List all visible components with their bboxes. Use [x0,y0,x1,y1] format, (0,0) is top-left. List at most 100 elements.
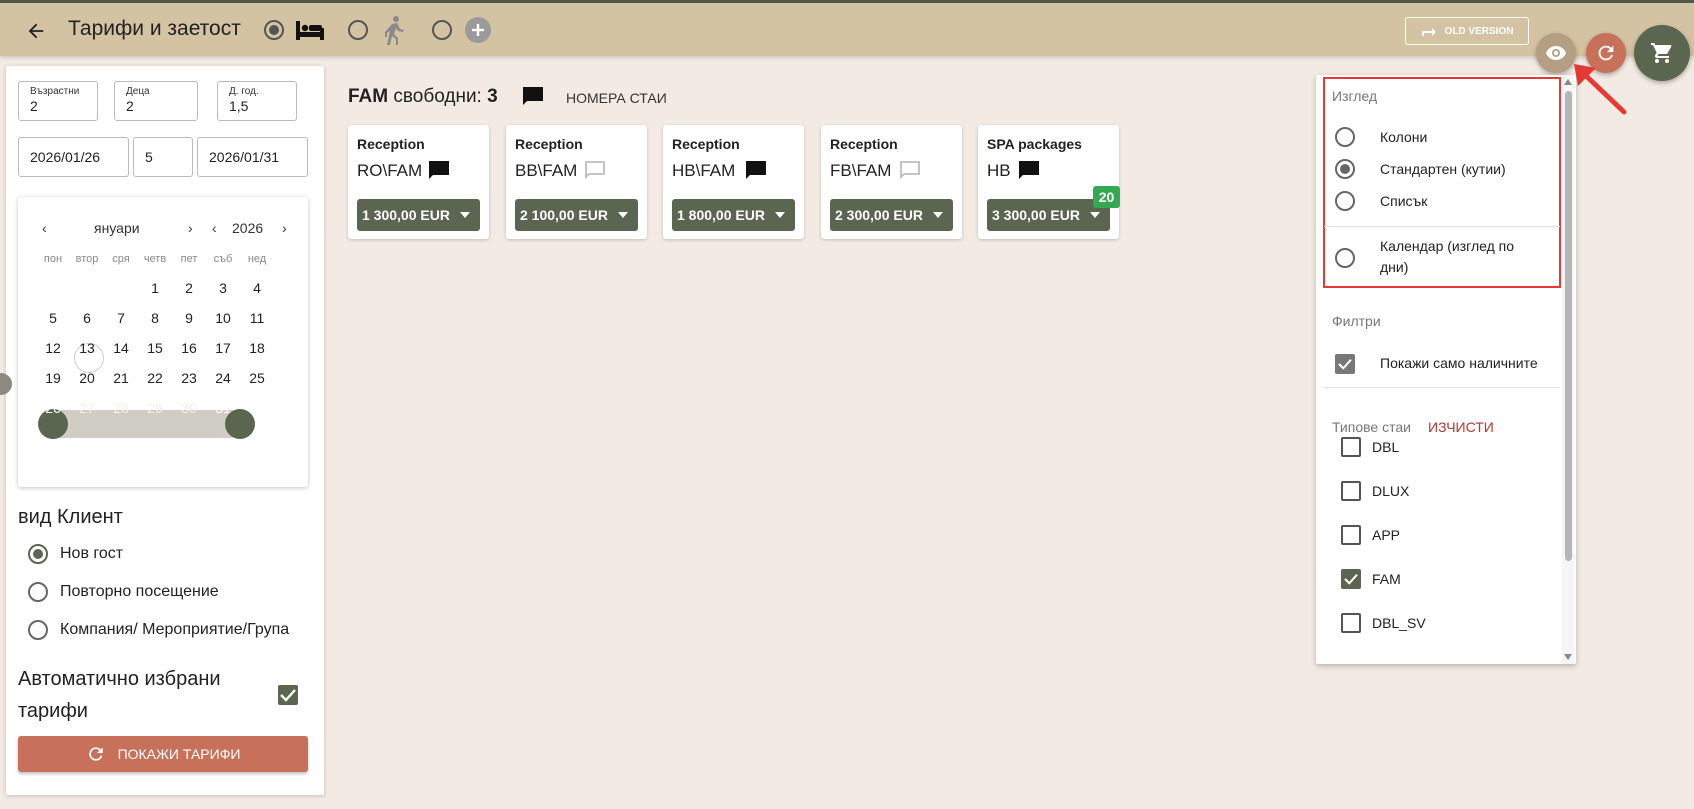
price-dropdown-button[interactable]: 2 100,00 EUR [515,199,638,231]
calendar-day[interactable]: 4 [239,273,275,303]
cart-button[interactable] [1634,25,1690,81]
calendar-day[interactable]: 17 [205,333,241,363]
calendar-day[interactable]: 22 [137,363,173,393]
calendar-day[interactable]: 14 [103,333,139,363]
calendar-day[interactable]: 6 [69,303,105,333]
only-available-checkbox[interactable] [1335,354,1355,374]
room-numbers-link[interactable]: НОМЕРА СТАИ [566,90,667,106]
mode-radio-add[interactable] [432,20,452,40]
comment-icon[interactable] [1018,160,1040,185]
calendar-day[interactable]: 29 [137,393,173,423]
calendar-day[interactable]: 1 [137,273,173,303]
show-rates-button[interactable]: ПОКАЖИ ТАРИФИ [18,736,308,772]
scrollbar[interactable] [1562,75,1574,664]
scroll-down-icon[interactable] [1564,654,1572,660]
check-icon [1344,574,1358,585]
price-dropdown-button[interactable]: 3 300,00 EUR [987,199,1110,231]
comment-icon[interactable] [522,86,544,111]
adults-field[interactable]: Възрастни 2 [18,81,98,121]
calendar-day[interactable]: 9 [171,303,207,333]
prev-month-button[interactable]: ‹ [42,220,47,236]
view-radio-list[interactable] [1335,191,1355,211]
rate-category: SPA packages [987,136,1082,152]
calendar-day[interactable]: 15 [137,333,173,363]
collapse-handle[interactable] [0,373,12,395]
availability-title: FAM свободни: 3 [348,86,498,108]
nights-value: 5 [145,149,153,165]
room-type-label: DBL_SV [1372,615,1426,631]
calendar-day[interactable]: 23 [171,363,207,393]
calendar-day[interactable]: 19 [35,363,71,393]
calendar-day[interactable]: 26 [35,393,71,423]
next-year-button[interactable]: › [282,220,287,236]
view-toggle-button[interactable] [1536,33,1576,73]
comment-icon[interactable] [584,160,606,185]
date-from-field[interactable]: 2026/01/26 [18,137,129,177]
child-age-field[interactable]: Д. год. 1,5 [217,81,297,121]
price-dropdown-button[interactable]: 1 300,00 EUR [357,199,480,231]
scroll-up-icon[interactable] [1564,79,1572,85]
mode-radio-accommodation[interactable] [264,20,284,40]
calendar-day[interactable]: 3 [205,273,241,303]
room-type-checkbox[interactable] [1341,569,1361,589]
view-radio-calendar[interactable] [1335,248,1355,268]
price-dropdown-button[interactable]: 1 800,00 EUR [672,199,795,231]
rate-card[interactable]: Reception HB\FAM 1 800,00 EUR [663,125,804,239]
calendar-day[interactable]: 20 [69,363,105,393]
back-arrow-icon[interactable] [22,17,50,45]
clear-room-types-link[interactable]: ИЗЧИСТИ [1428,419,1494,435]
calendar-day[interactable]: 21 [103,363,139,393]
calendar-day[interactable]: 11 [239,303,275,333]
show-rates-label: ПОКАЖИ ТАРИФИ [117,746,241,762]
room-type-checkbox[interactable] [1341,481,1361,501]
calendar-day[interactable]: 2 [171,273,207,303]
view-radio-standard[interactable] [1335,159,1355,179]
calendar-day[interactable]: 18 [239,333,275,363]
old-version-button[interactable]: OLD VERSION [1405,17,1529,45]
calendar-day[interactable]: 27 [69,393,105,423]
child-age-label: Д. год. [229,86,259,97]
comment-icon[interactable] [428,160,450,185]
date-to-field[interactable]: 2026/01/31 [197,137,308,177]
calendar-day[interactable]: 5 [35,303,71,333]
comment-icon[interactable] [899,160,921,185]
calendar-day[interactable]: 31 [205,393,241,423]
calendar-day[interactable]: 16 [171,333,207,363]
radio-returning[interactable] [28,582,48,602]
prev-year-button[interactable]: ‹ [212,220,217,236]
rate-card[interactable]: Reception FB\FAM 2 300,00 EUR [821,125,962,239]
date-to-value: 2026/01/31 [209,149,280,165]
view-radio-columns[interactable] [1335,127,1355,147]
comment-icon[interactable] [745,160,767,185]
child-age-value: 1,5 [229,98,249,114]
next-month-button[interactable]: › [188,220,193,236]
price-dropdown-button[interactable]: 2 300,00 EUR [830,199,953,231]
room-type-checkbox[interactable] [1341,437,1361,457]
client-option-company[interactable]: Компания/ Мероприятие/Група [28,618,289,642]
room-type-checkbox[interactable] [1341,613,1361,633]
client-option-returning[interactable]: Повторно посещение [28,580,219,604]
calendar-option-line2: дни) [1380,259,1409,275]
calendar-day[interactable]: 7 [103,303,139,333]
room-type-checkbox[interactable] [1341,525,1361,545]
radio-company[interactable] [28,620,48,640]
calendar-day[interactable]: 30 [171,393,207,423]
rate-card[interactable]: SPA packages HB 3 300,00 EUR [978,125,1119,239]
nights-field[interactable]: 5 [133,137,193,177]
calendar-day[interactable]: 28 [103,393,139,423]
scroll-thumb[interactable] [1565,91,1572,561]
auto-rates-checkbox[interactable] [278,685,298,705]
children-field[interactable]: Деца 2 [114,81,198,121]
rate-card[interactable]: Reception RO\FAM 1 300,00 EUR [348,125,489,239]
radio-new-guest[interactable] [28,544,48,564]
mode-radio-walkin[interactable] [348,20,368,40]
weekday-header: пет [180,253,198,265]
calendar-day[interactable]: 12 [35,333,71,363]
calendar-day[interactable]: 24 [205,363,241,393]
calendar-day[interactable]: 25 [239,363,275,393]
calendar-day[interactable]: 8 [137,303,173,333]
calendar-day[interactable]: 13 [69,333,105,363]
rate-card[interactable]: Reception BB\FAM 2 100,00 EUR [506,125,647,239]
calendar-day[interactable]: 10 [205,303,241,333]
client-option-new[interactable]: Нов гост [28,542,123,566]
